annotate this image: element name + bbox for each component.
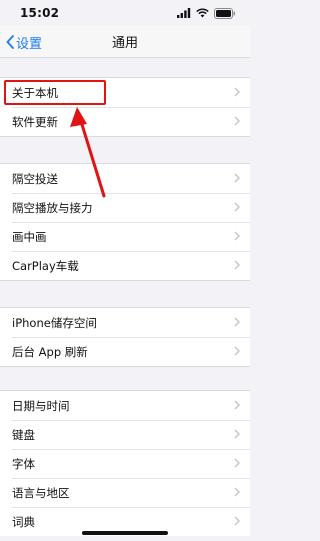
chevron-right-icon	[234, 87, 240, 97]
row-label: 语言与地区	[12, 485, 70, 500]
chevron-right-icon	[234, 458, 240, 468]
chevron-right-icon	[234, 116, 240, 126]
settings-row-airdrop[interactable]: 隔空投送	[0, 164, 250, 193]
home-indicator	[82, 531, 168, 535]
settings-row-picture-in-picture[interactable]: 画中画	[0, 222, 250, 251]
chevron-right-icon	[234, 516, 240, 526]
highlight-box	[4, 80, 106, 105]
row-label: iPhone储存空间	[12, 315, 97, 330]
back-button[interactable]: 设置	[6, 26, 42, 58]
signal-icon	[177, 8, 191, 18]
page-title: 通用	[111, 36, 138, 51]
battery-icon	[214, 7, 235, 19]
settings-row-airplay-handoff[interactable]: 隔空播放与接力	[0, 193, 250, 222]
settings-row-background-app-refresh[interactable]: 后台 App 刷新	[0, 337, 250, 366]
settings-group-4: 日期与时间 键盘 字体 语言与地区 词典	[0, 390, 250, 536]
settings-row-fonts[interactable]: 字体	[0, 449, 250, 478]
wifi-icon	[196, 8, 209, 18]
chevron-right-icon	[234, 487, 240, 497]
chevron-right-icon	[234, 231, 240, 241]
settings-group-2: 隔空投送 隔空播放与接力 画中画 CarPlay车载	[0, 163, 250, 281]
chevron-right-icon	[234, 202, 240, 212]
settings-row-iphone-storage[interactable]: iPhone储存空间	[0, 308, 250, 337]
row-label: 词典	[12, 514, 35, 529]
chevron-right-icon	[234, 173, 240, 183]
row-label: 隔空投送	[12, 171, 58, 186]
settings-row-software-update[interactable]: 软件更新	[0, 107, 250, 136]
row-label: CarPlay车载	[12, 258, 79, 273]
row-label: 隔空播放与接力	[12, 200, 93, 215]
chevron-right-icon	[234, 346, 240, 356]
settings-group-3: iPhone储存空间 后台 App 刷新	[0, 307, 250, 367]
row-label: 日期与时间	[12, 398, 70, 413]
settings-row-date-time[interactable]: 日期与时间	[0, 391, 250, 420]
row-label: 画中画	[12, 229, 47, 244]
row-label: 键盘	[12, 427, 35, 442]
chevron-right-icon	[234, 429, 240, 439]
chevron-right-icon	[234, 317, 240, 327]
settings-row-carplay[interactable]: CarPlay车载	[0, 251, 250, 280]
back-label: 设置	[16, 36, 43, 52]
row-label: 后台 App 刷新	[12, 344, 88, 359]
chevron-left-icon	[6, 35, 14, 49]
settings-row-keyboard[interactable]: 键盘	[0, 420, 250, 449]
status-bar: 15:02	[0, 0, 250, 26]
nav-bar: 设置 通用	[0, 26, 250, 58]
status-icons	[177, 7, 236, 19]
row-label: 软件更新	[12, 114, 58, 129]
row-label: 字体	[12, 456, 35, 471]
status-time: 15:02	[20, 6, 60, 20]
settings-row-language-region[interactable]: 语言与地区	[0, 478, 250, 507]
chevron-right-icon	[234, 260, 240, 270]
chevron-right-icon	[234, 400, 240, 410]
